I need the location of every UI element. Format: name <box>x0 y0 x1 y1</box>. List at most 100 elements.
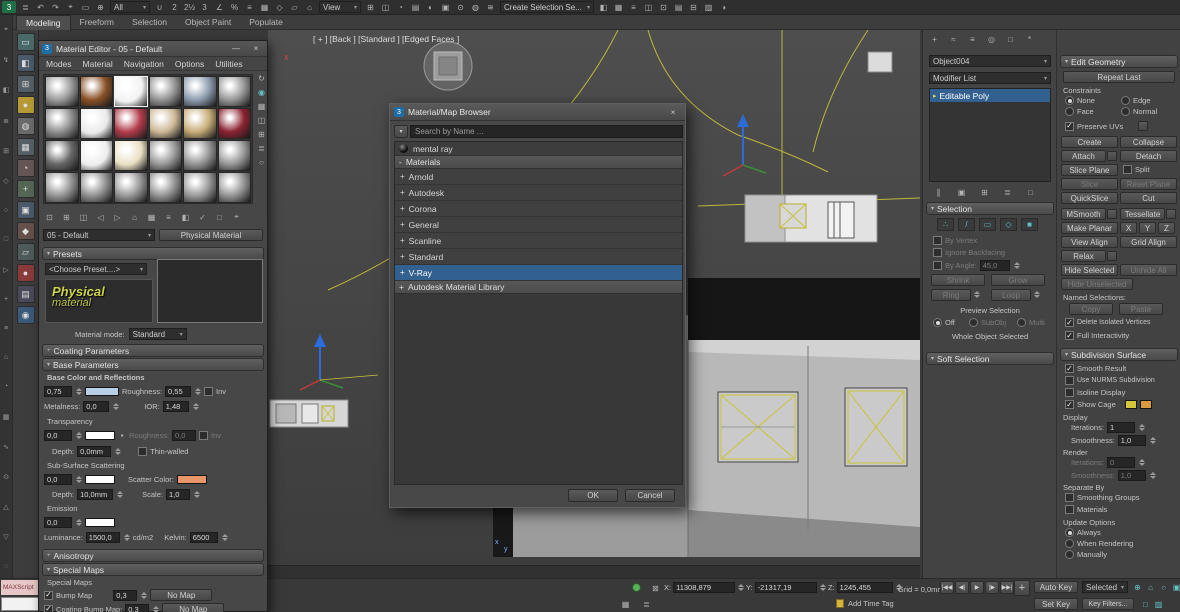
y-coordinate-field[interactable]: -21317,19 <box>755 582 817 593</box>
ribbon-tool-icon[interactable]: ◍ <box>17 117 35 135</box>
toolbar-icon[interactable]: 2½ <box>182 1 197 13</box>
ribbon-tool-icon[interactable]: ▱ <box>17 243 35 261</box>
msmooth-settings-button[interactable] <box>1107 209 1117 219</box>
display-iterations-spinner[interactable]: 1 <box>1107 422 1135 433</box>
subobject-level-icon[interactable]: ▭ <box>979 218 996 231</box>
isoline-checkbox[interactable] <box>1065 388 1074 397</box>
ribbon-tool-icon[interactable]: ⊞ <box>17 75 35 93</box>
modifier-stack[interactable]: ▸ Editable Poly <box>929 88 1051 182</box>
toolbar-icon[interactable]: ◔ <box>393 1 408 13</box>
material-mode-dropdown[interactable]: Standard▾ <box>129 328 187 340</box>
spinner-arrows[interactable] <box>76 432 82 439</box>
material-swatch[interactable] <box>183 140 217 171</box>
add-time-tag[interactable]: Add Time Tag <box>848 599 894 608</box>
material-swatch[interactable] <box>45 172 79 203</box>
transparency-inv-checkbox[interactable] <box>199 431 208 440</box>
viewport-label[interactable]: [ + ] [Back ] [Standard ] [Edged Faces ] <box>313 34 459 44</box>
toolbar-icon[interactable]: ◫ <box>641 1 656 13</box>
toolbar-icon[interactable]: ⊞ <box>363 1 378 13</box>
constraint-none-radio[interactable] <box>1065 96 1074 105</box>
ribbon-tool-icon[interactable]: ● <box>17 96 35 114</box>
command-panel-tab[interactable]: + <box>927 33 942 45</box>
cancel-button[interactable]: Cancel <box>625 489 675 502</box>
material-tool-icon[interactable]: ⊡ <box>43 211 56 223</box>
sample-tool-icon[interactable]: ▦ <box>258 102 266 111</box>
dock-icon[interactable]: ◌ <box>4 563 8 570</box>
ok-button[interactable]: OK <box>568 489 618 502</box>
ribbon-tool-icon[interactable]: ◧ <box>17 54 35 72</box>
z-coordinate-field[interactable]: 1245,455 <box>837 582 893 593</box>
planar-x-button[interactable]: X <box>1120 222 1137 234</box>
toolbar-icon[interactable]: ⊙ <box>453 1 468 13</box>
ribbon-tab[interactable]: Selection <box>123 15 176 30</box>
set-key-button[interactable]: Set Key <box>1034 598 1078 610</box>
stack-toolbar-icon[interactable]: ∥ <box>931 186 946 198</box>
material-tool-icon[interactable]: ▦ <box>145 211 158 223</box>
sample-tool-icon[interactable]: ↻ <box>258 74 265 83</box>
toolbar-icon[interactable]: ◍ <box>468 1 483 13</box>
emission-color-swatch[interactable] <box>85 518 115 527</box>
material-swatch[interactable] <box>45 140 79 171</box>
dock-icon[interactable]: ◇ <box>3 177 8 185</box>
toolbar-icon[interactable]: ▭ <box>78 1 93 13</box>
dock-icon[interactable]: ∿ <box>3 443 9 451</box>
ribbon-tool-icon[interactable]: ▣ <box>17 201 35 219</box>
spinner-arrows[interactable] <box>115 448 121 455</box>
update-always-radio[interactable] <box>1065 528 1074 537</box>
toolbar-icon[interactable]: ◑ <box>716 1 731 13</box>
stack-toolbar-icon[interactable]: □ <box>1023 186 1038 198</box>
toolbar-icon[interactable]: ⊕ <box>93 1 108 13</box>
sample-tool-icon[interactable]: ○ <box>259 158 264 167</box>
dock-icon[interactable]: ▷ <box>3 266 8 274</box>
lock-selection-icon[interactable]: ⊠ <box>648 582 663 594</box>
update-when-rendering-radio[interactable] <box>1065 539 1074 548</box>
material-swatch[interactable] <box>114 108 148 139</box>
toolbar-icon[interactable]: ∠ <box>212 1 227 13</box>
selected-keyset-dropdown[interactable]: Selected▾ <box>1082 581 1128 593</box>
rollout-selection[interactable]: ▾ Selection <box>926 202 1054 215</box>
lock-icon[interactable]: ▪ <box>118 429 126 441</box>
spinner-arrows[interactable] <box>1150 437 1156 444</box>
rollout-soft-selection[interactable]: ▾ Soft Selection <box>926 352 1054 365</box>
quickslice-button[interactable]: QuickSlice <box>1061 192 1118 204</box>
ribbon-tool-icon[interactable]: ● <box>17 264 35 282</box>
expand-icon[interactable]: + <box>400 252 405 261</box>
toolbar-icon[interactable]: ≋ <box>483 1 498 13</box>
menu-item[interactable]: Modes <box>41 59 77 69</box>
modifier-list-dropdown[interactable]: Modifier List▾ <box>929 72 1051 84</box>
msmooth-button[interactable]: MSmooth <box>1061 208 1106 220</box>
expand-icon[interactable]: + <box>400 268 405 277</box>
ribbon-tool-icon[interactable]: ◆ <box>17 222 35 240</box>
spinner-arrows[interactable] <box>193 403 199 410</box>
transparency-roughness-spinner[interactable]: 0,0 <box>172 430 196 441</box>
sample-tool-icon[interactable]: ◉ <box>258 88 265 97</box>
coating-bump-checkbox[interactable] <box>44 605 53 612</box>
minimize-button[interactable]: — <box>228 42 244 55</box>
toolbar-icon[interactable]: ≡ <box>626 1 641 13</box>
toolbar-icon[interactable]: ▦ <box>257 1 272 13</box>
browser-item[interactable]: + Autodesk <box>395 185 682 201</box>
sss-spinner[interactable]: 0,0 <box>44 474 72 485</box>
playback-button[interactable]: |▶ <box>985 581 999 594</box>
spinner-arrows[interactable] <box>153 606 159 612</box>
preserve-uvs-checkbox[interactable] <box>1065 122 1074 131</box>
spinner-arrows[interactable] <box>124 534 130 541</box>
toolbar-icon[interactable]: ◫ <box>378 1 393 13</box>
render-iterations-spinner[interactable]: 0 <box>1107 457 1135 468</box>
spinner-arrows[interactable] <box>76 388 82 395</box>
spinner-arrows[interactable] <box>820 584 826 591</box>
ignore-backfacing-checkbox[interactable] <box>933 248 942 257</box>
material-swatch[interactable] <box>80 172 114 203</box>
playback-button[interactable]: |◀◀ <box>940 581 954 594</box>
spinner-arrows[interactable] <box>194 491 200 498</box>
delete-isolated-checkbox[interactable] <box>1065 318 1074 327</box>
constraint-face-radio[interactable] <box>1065 107 1074 116</box>
viewport-nav-icon[interactable]: ▣ <box>1171 581 1180 593</box>
toolbar-icon[interactable]: ▨ <box>701 1 716 13</box>
toolbar-icon[interactable]: ⊟ <box>686 1 701 13</box>
toolbar-icon[interactable]: % <box>227 1 242 13</box>
browser-item[interactable]: + Corona <box>395 201 682 217</box>
cage-selected-color-swatch[interactable] <box>1140 400 1152 409</box>
render-smoothness-spinner[interactable]: 1,0 <box>1118 470 1146 481</box>
material-slot-dropdown[interactable]: 05 - Default▾ <box>43 229 155 241</box>
